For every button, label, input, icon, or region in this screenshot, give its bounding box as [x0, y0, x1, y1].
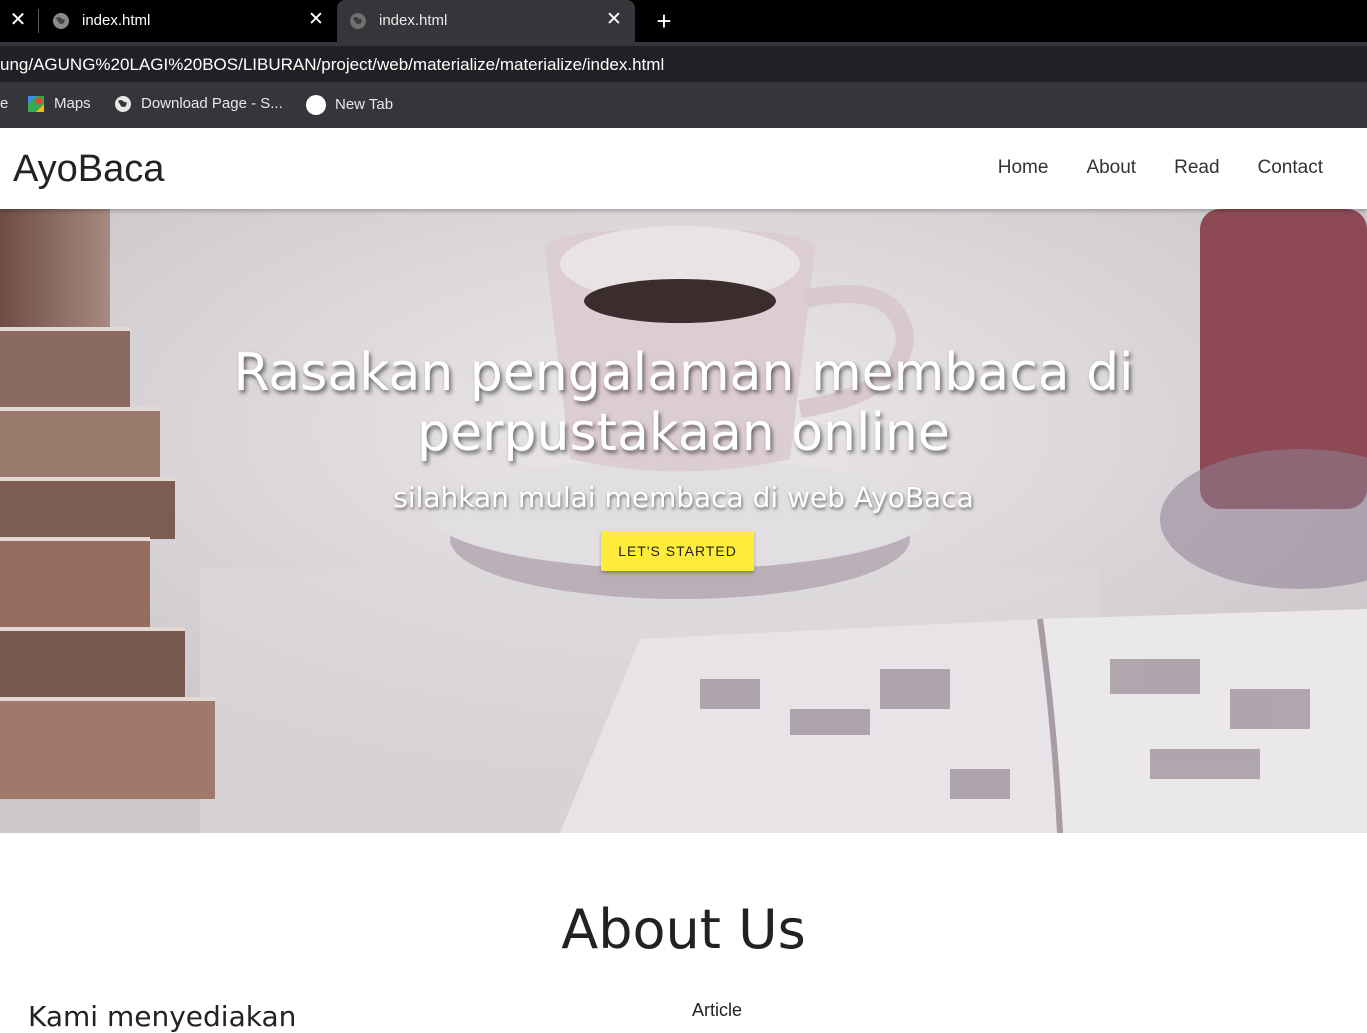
open-book — [560, 609, 1367, 833]
close-icon[interactable]: ✕ — [603, 9, 625, 31]
address-bar[interactable]: ung/AGUNG%20LAGI%20BOS/LIBURAN/project/w… — [0, 42, 1367, 82]
nav-link-contact[interactable]: Contact — [1258, 157, 1323, 179]
bookmarks-bar: e Maps Download Page - S... New Tab — [0, 82, 1367, 128]
globe-icon — [350, 13, 366, 29]
hero-title-line2: perpustakaan online — [417, 403, 950, 463]
url-text[interactable]: ung/AGUNG%20LAGI%20BOS/LIBURAN/project/w… — [0, 55, 664, 75]
brand-logo[interactable]: AyoBaca — [13, 148, 164, 191]
globe-icon — [115, 96, 131, 113]
close-icon[interactable]: ✕ — [8, 10, 28, 30]
hero-title-line1: Rasakan pengalaman membaca di — [233, 343, 1134, 403]
browser-tab-1[interactable]: index.html ✕ — [40, 0, 337, 42]
hero-title: Rasakan pengalaman membaca di perpustaka… — [0, 343, 1367, 463]
maps-icon — [28, 96, 44, 113]
nav-links: Home About Read Contact — [960, 157, 1323, 179]
about-left-heading: Kami menyediakan — [28, 1000, 297, 1033]
bookmark-label: e — [0, 95, 9, 112]
hero-subtitle: silahkan mulai membaca di web AyoBaca — [393, 481, 974, 514]
new-tab-plus-icon[interactable]: + — [651, 8, 677, 34]
nav-link-home[interactable]: Home — [998, 157, 1049, 179]
bookmark-label: Download Page - S... — [141, 95, 283, 112]
site-navbar: AyoBaca Home About Read Contact — [0, 128, 1367, 209]
close-icon[interactable]: ✕ — [305, 9, 327, 31]
browser-tabstrip: ✕ index.html ✕ index.html ✕ + — [0, 0, 1367, 42]
lets-started-button[interactable]: LET'S STARTED — [601, 531, 754, 571]
globe-icon — [53, 13, 69, 29]
bookmark-new-tab[interactable]: New Tab — [306, 95, 393, 115]
about-right-label: Article — [692, 1000, 743, 1020]
about-title: About Us — [561, 898, 806, 961]
browser-tab-2-active[interactable]: index.html ✕ — [337, 0, 635, 42]
nav-link-about[interactable]: About — [1086, 157, 1136, 179]
hero-banner: Rasakan pengalaman membaca di perpustaka… — [0, 209, 1367, 833]
tab-title: index.html — [379, 12, 448, 29]
bookmark-download-page[interactable]: Download Page - S... — [114, 95, 283, 113]
bookmark-label: Maps — [54, 95, 91, 112]
tab-separator — [38, 9, 39, 33]
circle-icon — [306, 95, 326, 115]
hero-background-image — [0, 209, 1367, 833]
bookmark-label: New Tab — [335, 95, 394, 113]
bookmark-maps[interactable]: Maps — [27, 95, 91, 113]
bookmark-partial[interactable]: e — [0, 95, 8, 112]
tab-title: index.html — [82, 12, 151, 29]
nav-link-read[interactable]: Read — [1174, 157, 1219, 179]
